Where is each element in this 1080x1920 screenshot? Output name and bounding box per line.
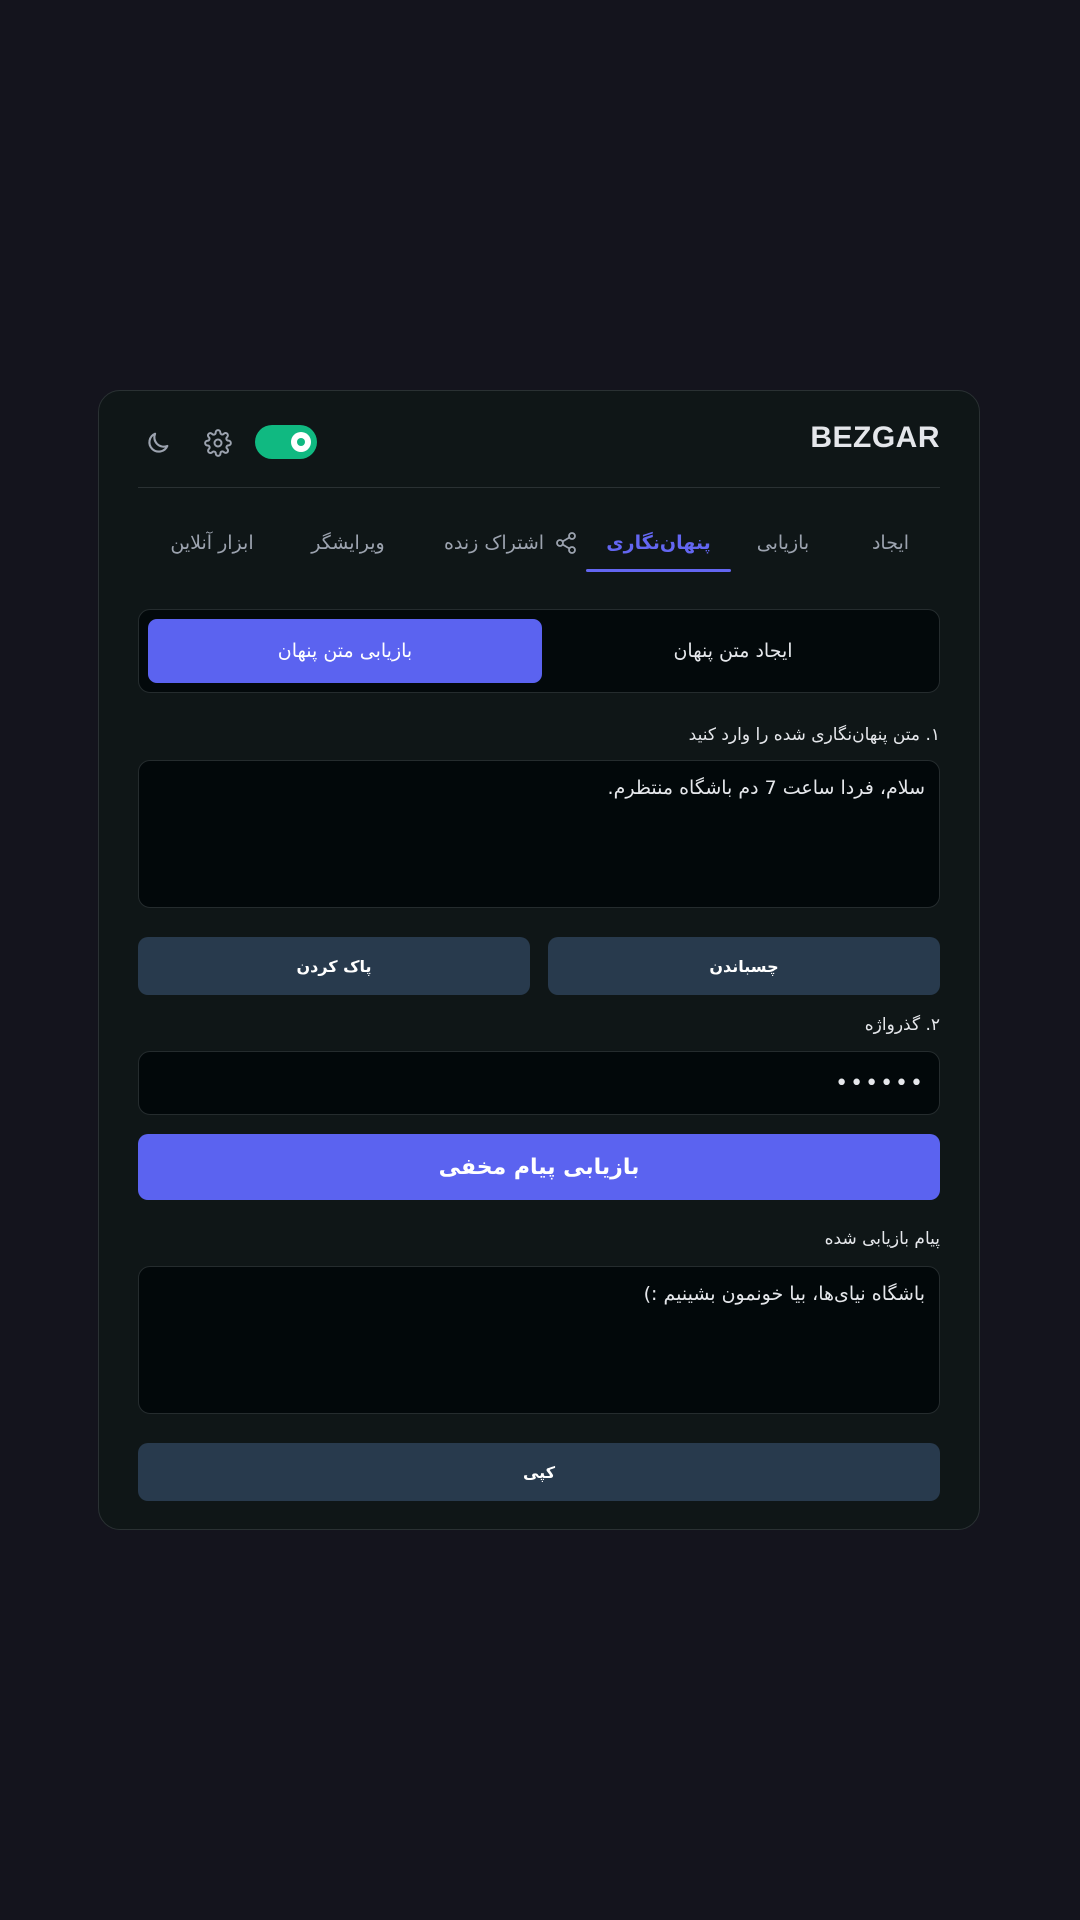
gear-icon[interactable] xyxy=(204,429,232,457)
result-output[interactable]: باشگاه نیای‌ها، بیا خونمون بشینیم :) xyxy=(138,1266,940,1414)
moon-icon[interactable] xyxy=(144,429,172,457)
tab-label: پنهان‌نگاری xyxy=(606,532,711,554)
feature-toggle[interactable] xyxy=(255,425,317,459)
copy-button[interactable]: کپی xyxy=(138,1443,940,1501)
clear-button[interactable]: پاک کردن xyxy=(138,937,530,995)
password-label: ۲. گذرواژه xyxy=(864,1015,940,1035)
result-label: پیام بازیابی شده xyxy=(824,1229,940,1249)
header-divider xyxy=(138,487,940,488)
tab-online-tools[interactable]: ابزار آنلاین xyxy=(136,516,288,570)
tab-label: بازیابی xyxy=(756,532,810,554)
app-title: BEZGAR xyxy=(810,421,940,454)
password-field[interactable]: •••••• xyxy=(138,1051,940,1115)
tab-label: اشتراک زنده xyxy=(443,532,545,554)
stego-text-input[interactable]: سلام، فردا ساعت 7 دم باشگاه منتظرم. xyxy=(138,760,940,908)
extract-message-button[interactable]: بازیابی پیام مخفی xyxy=(138,1134,940,1200)
tab-steganography[interactable]: پنهان‌نگاری xyxy=(586,516,731,572)
share-icon xyxy=(554,531,578,555)
tab-editor[interactable]: ویرایشگر xyxy=(288,516,408,570)
paste-button[interactable]: چسباندن xyxy=(548,937,940,995)
mode-create-hidden-text[interactable]: ایجاد متن پنهان xyxy=(536,619,930,683)
tab-label: ایجاد xyxy=(871,532,910,554)
mode-extract-hidden-text[interactable]: بازیابی متن پنهان xyxy=(148,619,542,683)
tab-label: ابزار آنلاین xyxy=(170,532,254,554)
mode-switch: ایجاد متن پنهان بازیابی متن پنهان xyxy=(138,609,940,693)
main-card: BEZGAR ایجاد بازیابی پنهان‌نگ xyxy=(98,390,980,1530)
toggle-knob xyxy=(291,432,311,452)
tab-create[interactable]: ایجاد xyxy=(841,516,940,570)
step1-label: ۱. متن پنهان‌نگاری شده را وارد کنید xyxy=(688,725,940,745)
tab-recover[interactable]: بازیابی xyxy=(725,516,841,570)
text-actions: چسباندن پاک کردن xyxy=(138,937,940,995)
tab-label: ویرایشگر xyxy=(311,532,385,554)
tab-bar: ایجاد بازیابی پنهان‌نگاری اشتراک زنده وی… xyxy=(136,516,940,572)
tab-live-share[interactable]: اشتراک زنده xyxy=(436,516,586,570)
